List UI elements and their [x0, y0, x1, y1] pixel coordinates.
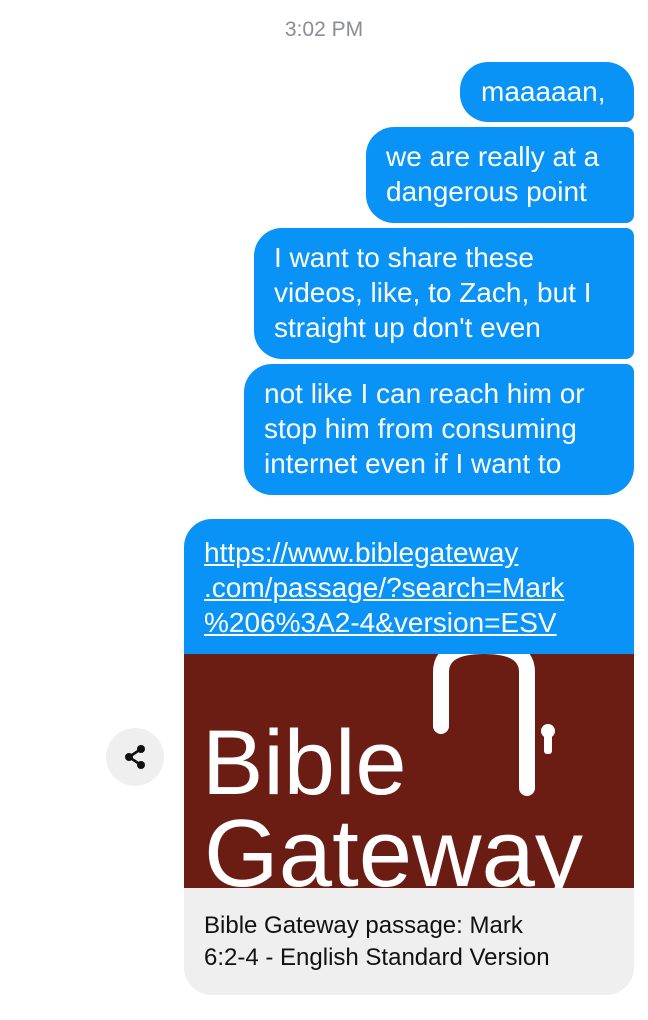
- logo-text-bible: Bible: [202, 712, 407, 814]
- bible-gateway-logo[interactable]: Bible Gateway: [184, 654, 634, 888]
- logo-text-gateway: Gateway: [204, 800, 583, 888]
- caption-line: 6:2-4 - English Standard Version: [204, 944, 550, 971]
- message-bubble[interactable]: not like I can reach him or stop him fro…: [244, 364, 634, 495]
- link-preview-card[interactable]: https://www.biblegateway .com/passage/?s…: [184, 519, 634, 995]
- link-url-line: https://www.biblegateway: [204, 537, 519, 568]
- message-bubble[interactable]: I want to share these videos, like, to Z…: [254, 228, 634, 359]
- link-url-line: %206%3A2-4&version=ESV: [204, 607, 557, 638]
- message-bubble[interactable]: we are really at a dangerous point: [366, 127, 634, 223]
- share-button[interactable]: [106, 728, 164, 786]
- caption-line: Bible Gateway passage: Mark: [204, 912, 523, 939]
- link-preview-caption[interactable]: Bible Gateway passage: Mark 6:2-4 - Engl…: [184, 888, 634, 995]
- link-url[interactable]: https://www.biblegateway .com/passage/?s…: [184, 519, 634, 654]
- link-url-line: .com/passage/?search=Mark: [204, 572, 565, 603]
- logo-graphic: Bible Gateway: [184, 654, 634, 888]
- message-timestamp: 3:02 PM: [284, 18, 364, 41]
- share-icon: [125, 745, 145, 769]
- message-bubble[interactable]: maaaaan,: [460, 62, 634, 122]
